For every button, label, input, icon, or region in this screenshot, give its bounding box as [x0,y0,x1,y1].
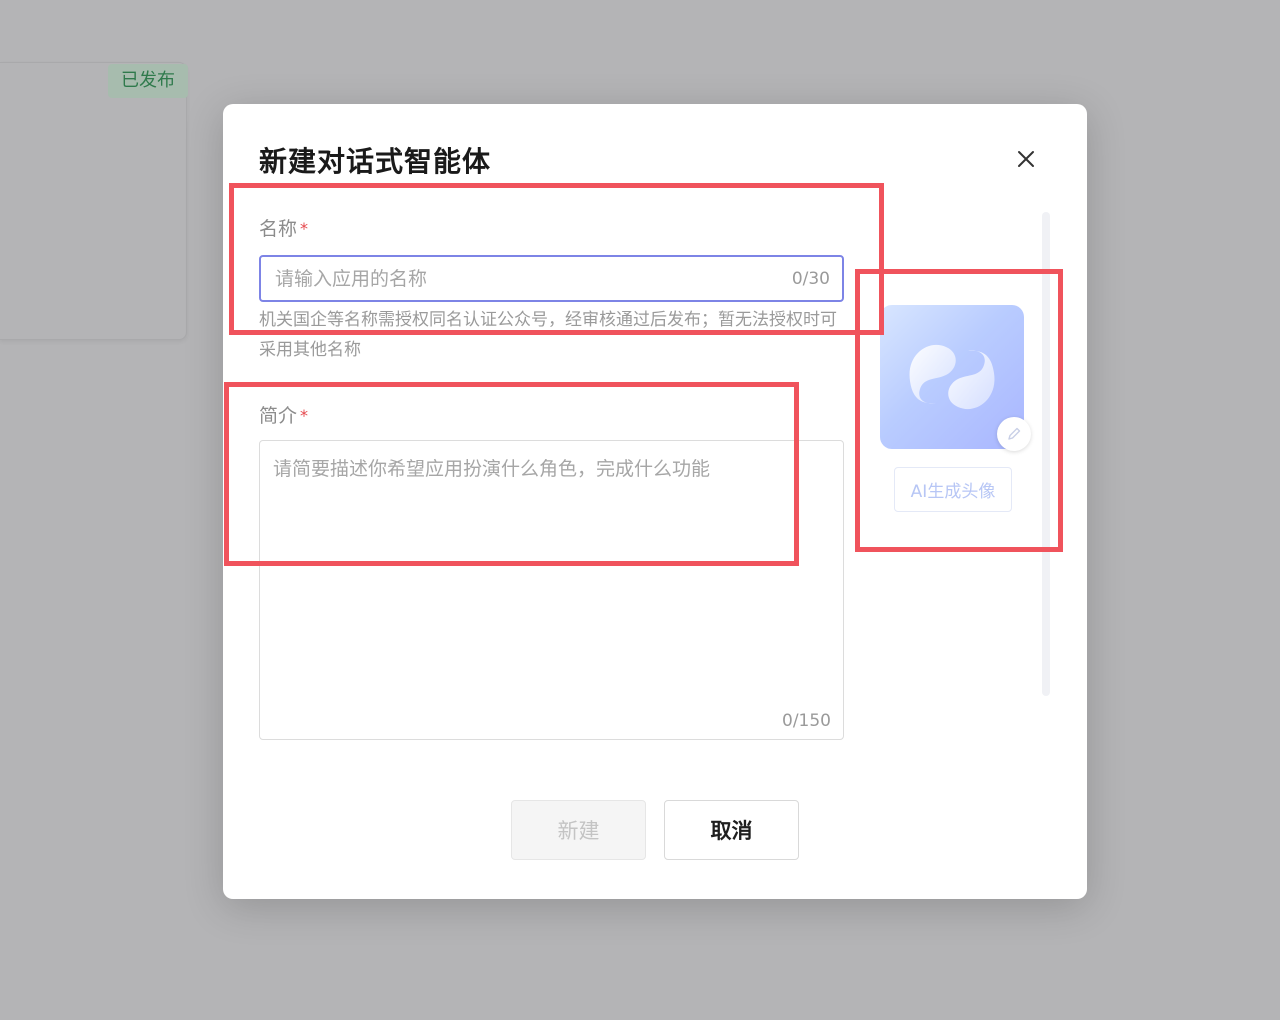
required-mark: * [300,219,309,238]
close-button[interactable] [1011,144,1041,174]
required-mark: * [300,406,309,425]
create-button[interactable]: 新建 [511,800,646,860]
name-input[interactable] [275,257,775,300]
scrollbar[interactable] [1042,212,1050,696]
name-hint: 机关国企等名称需授权同名认证公众号，经审核通过后发布；暂无法授权时可采用其他名称 [259,310,837,360]
status-badge: 已发布 [108,64,188,98]
name-field: 0/30 [259,255,844,302]
edit-avatar-button[interactable] [997,417,1031,451]
description-field: 0/150 [259,440,844,740]
background-app-card [0,62,187,340]
create-agent-dialog: 新建对话式智能体 名称* 0/30 机关国企等名称需授权同名认证公众号，经审核通… [223,104,1087,899]
description-label-text: 简介 [259,405,298,427]
name-label: 名称 * [259,214,308,241]
ai-generate-avatar-button[interactable]: AI生成头像 [894,467,1012,512]
cancel-button[interactable]: 取消 [664,800,799,860]
description-label: 简介 * [259,401,308,428]
dialog-title: 新建对话式智能体 [259,145,492,178]
description-input[interactable] [273,455,828,705]
close-icon [1018,151,1034,167]
pencil-icon [1008,427,1021,440]
description-char-count: 0/150 [782,711,831,731]
name-label-text: 名称 [259,218,298,240]
name-char-count: 0/30 [791,269,830,289]
